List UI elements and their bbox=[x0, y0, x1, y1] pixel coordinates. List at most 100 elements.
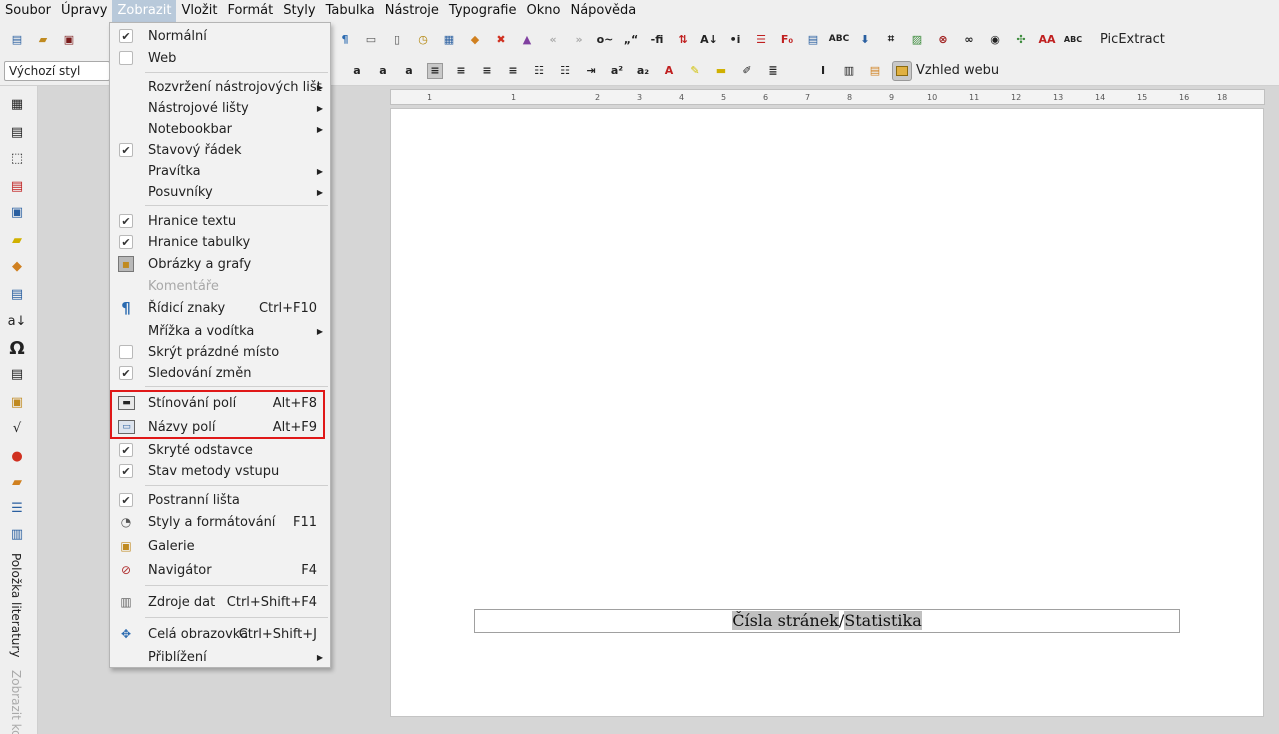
menu-item-toolbars[interactable]: Nástrojové lišty ▶ bbox=[110, 97, 330, 119]
media-icon[interactable]: ▰ bbox=[8, 474, 26, 490]
paragraph-style-select[interactable]: Výchozí styl bbox=[4, 60, 110, 81]
menu-item-sidebar[interactable]: ✔ Postranní lišta bbox=[110, 489, 330, 511]
menu-item-hide-whitespace[interactable]: Skrýt prázdné místo bbox=[110, 341, 330, 363]
menu-item-navigator[interactable]: ⊘ Navigátor F4 bbox=[110, 559, 330, 581]
quotes-icon[interactable]: „“ bbox=[623, 31, 639, 47]
menu-nastroje[interactable]: Nástroje bbox=[380, 0, 444, 22]
menu-item-gallery[interactable]: ▣ Galerie bbox=[110, 535, 330, 557]
align-right-icon[interactable]: ≡ bbox=[479, 63, 495, 79]
menu-item-grid-guides[interactable]: Mřížka a vodítka ▶ bbox=[110, 320, 330, 342]
list-marker-icon[interactable]: ☰ bbox=[753, 31, 769, 47]
text-cursor-icon[interactable]: I bbox=[815, 63, 831, 79]
bookmark-side-icon[interactable]: ◆ bbox=[8, 258, 26, 274]
menu-item-data-sources[interactable]: ▥ Zdroje dat Ctrl+Shift+F4 bbox=[110, 591, 330, 613]
menu-format[interactable]: Formát bbox=[222, 0, 278, 22]
insert-doc-icon[interactable]: ▤ bbox=[8, 178, 26, 194]
back-icon[interactable]: « bbox=[545, 31, 561, 47]
menu-item-normal[interactable]: ✔ Normální bbox=[110, 25, 330, 47]
text-direction-icon[interactable]: a↓ bbox=[8, 313, 27, 329]
field-icon[interactable]: ▯ bbox=[389, 31, 405, 47]
arrows-icon[interactable]: ⇅ bbox=[675, 31, 691, 47]
table-icon[interactable]: ▦ bbox=[8, 96, 26, 112]
menu-typografie[interactable]: Typografie bbox=[444, 0, 522, 22]
menu-item-rulers[interactable]: Pravítka ▶ bbox=[110, 160, 330, 182]
menu-item-zoom[interactable]: Přiblížení ▶ bbox=[110, 646, 330, 668]
footer-text[interactable]: Čísla stránek/Statistika bbox=[474, 609, 1180, 633]
spellcheck-icon[interactable]: ABC bbox=[829, 31, 849, 47]
page-break-icon[interactable]: ▭ bbox=[363, 31, 379, 47]
menu-item-input-method[interactable]: ✔ Stav metody vstupu bbox=[110, 460, 330, 482]
menu-item-notebookbar[interactable]: Notebookbar ▶ bbox=[110, 118, 330, 140]
menu-item-table-boundaries[interactable]: ✔ Hranice tabulky bbox=[110, 231, 330, 253]
font-color-icon[interactable]: A bbox=[661, 63, 677, 79]
superscript-icon[interactable]: a² bbox=[609, 63, 625, 79]
nbsp-icon[interactable]: o~ bbox=[597, 31, 614, 47]
frame-icon[interactable]: ▥ bbox=[841, 63, 857, 79]
abc-icon[interactable]: ABC bbox=[1064, 31, 1082, 47]
toc-icon[interactable]: ☰ bbox=[8, 500, 26, 516]
special-character-icon[interactable]: Ω bbox=[8, 338, 26, 359]
grid-icon[interactable]: ▦ bbox=[441, 31, 457, 47]
menu-tabulka[interactable]: Tabulka bbox=[321, 0, 380, 22]
subscript-icon[interactable]: a₂ bbox=[635, 63, 651, 79]
menu-item-toolbar-layout[interactable]: Rozvržení nástrojových lišt ▶ bbox=[110, 76, 330, 98]
document-icon[interactable]: ▤ bbox=[8, 124, 26, 140]
menu-zobrazit[interactable]: Zobrazit bbox=[112, 0, 177, 22]
new-document-icon[interactable]: ▤ bbox=[9, 31, 25, 47]
menu-item-full-screen[interactable]: ✥ Celá obrazovka Ctrl+Shift+J bbox=[110, 623, 330, 645]
menu-item-styles[interactable]: ◔ Styly a formátování F11 bbox=[110, 511, 330, 533]
menu-item-web[interactable]: Web bbox=[110, 47, 330, 69]
crop-icon[interactable]: ⌗ bbox=[883, 31, 899, 47]
horizontal-ruler[interactable]: 1 1 2 3 4 5 6 7 8 9 10 11 12 13 14 15 16… bbox=[390, 89, 1265, 105]
note-icon[interactable]: ▤ bbox=[867, 63, 883, 79]
caption-icon[interactable]: ▣ bbox=[8, 204, 26, 220]
link-icon[interactable]: ∞ bbox=[961, 31, 977, 47]
menu-item-field-names[interactable]: ▭ Názvy polí Alt+F9 bbox=[110, 416, 330, 438]
paragraph-icon[interactable]: ¶ bbox=[337, 31, 353, 47]
chart-edit-icon[interactable]: ▨ bbox=[909, 31, 925, 47]
forward-icon[interactable]: » bbox=[571, 31, 587, 47]
image-icon[interactable]: ▣ bbox=[8, 394, 26, 410]
align-center-icon[interactable]: ≡ bbox=[453, 63, 469, 79]
menu-item-text-boundaries[interactable]: ✔ Hranice textu bbox=[110, 210, 330, 232]
clone-format-icon[interactable]: ✐ bbox=[739, 63, 755, 79]
clock-icon[interactable]: ◷ bbox=[415, 31, 431, 47]
bookmark-icon[interactable]: ◆ bbox=[467, 31, 483, 47]
save-icon[interactable]: ▣ bbox=[61, 31, 77, 47]
comment-icon[interactable]: ▰ bbox=[8, 232, 26, 248]
menu-upravy[interactable]: Úpravy bbox=[56, 0, 112, 22]
formula-icon[interactable]: √ bbox=[8, 420, 26, 436]
menu-item-track-changes[interactable]: ✔ Sledování změn bbox=[110, 362, 330, 384]
arrow-down-icon[interactable]: ⬇ bbox=[857, 31, 873, 47]
index-icon[interactable]: ▤ bbox=[8, 286, 26, 302]
bullet-list-icon[interactable]: ☷ bbox=[557, 63, 573, 79]
open-icon[interactable]: ▰ bbox=[35, 31, 51, 47]
eye-icon[interactable]: ◉ bbox=[987, 31, 1003, 47]
menu-item-scrollbars[interactable]: Posuvníky ▶ bbox=[110, 181, 330, 203]
bibliography-entry-label[interactable]: Položka literatury bbox=[9, 553, 23, 657]
italic-icon[interactable]: a bbox=[349, 63, 365, 79]
menu-styly[interactable]: Styly bbox=[278, 0, 320, 22]
statistics-field[interactable]: Statistika bbox=[844, 611, 922, 630]
menu-napoveda[interactable]: Nápověda bbox=[565, 0, 641, 22]
font-size-icon[interactable]: AA bbox=[1038, 31, 1055, 47]
link-remove-icon[interactable]: ⊗ bbox=[935, 31, 951, 47]
menu-okno[interactable]: Okno bbox=[522, 0, 566, 22]
menu-item-status-bar[interactable]: ✔ Stavový řádek bbox=[110, 139, 330, 161]
highlight-color-icon[interactable]: ✎ bbox=[687, 63, 703, 79]
sort-icon[interactable]: A↓ bbox=[700, 31, 718, 47]
highlight-icon[interactable]: ▲ bbox=[519, 31, 535, 47]
frame-select-icon[interactable]: ⬚ bbox=[8, 150, 26, 166]
menu-item-comments[interactable]: Komentáře bbox=[110, 275, 330, 297]
menu-item-field-shadings[interactable]: ▬ Stínování polí Alt+F8 bbox=[110, 392, 330, 414]
info-icon[interactable]: •i bbox=[727, 31, 743, 47]
justify-icon[interactable]: ≡ bbox=[505, 63, 521, 79]
menu-item-hidden-paragraphs[interactable]: ✔ Skryté odstavce bbox=[110, 439, 330, 461]
show-label[interactable]: Zobrazit ko bbox=[9, 670, 23, 734]
underline-icon[interactable]: a bbox=[375, 63, 391, 79]
align-left-icon[interactable]: ≡ bbox=[427, 62, 443, 79]
clear-format-icon[interactable]: ≣ bbox=[765, 63, 781, 79]
menu-item-formatting-marks[interactable]: ¶ Řídicí znaky Ctrl+F10 bbox=[110, 297, 330, 319]
page-number-field[interactable]: Čísla stránek bbox=[732, 611, 839, 630]
doc-check-icon[interactable]: ▤ bbox=[805, 31, 821, 47]
